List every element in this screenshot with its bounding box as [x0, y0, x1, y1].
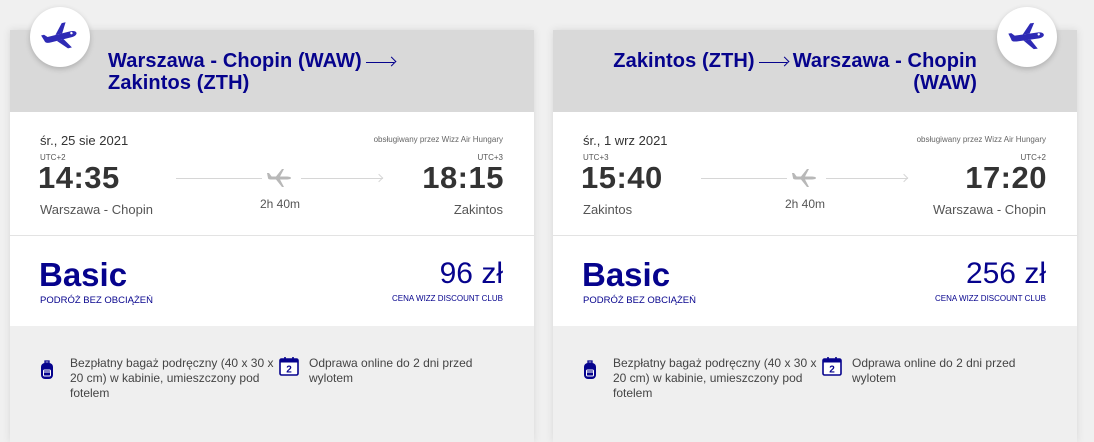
route-destination: Zakintos (ZTH) — [108, 72, 250, 94]
backpack-icon — [584, 360, 596, 379]
flight-card-outbound: Warszawa - Chopin (WAW) Zakintos (ZTH) ś… — [10, 7, 534, 442]
route-origin: Zakintos (ZTH) — [613, 50, 755, 72]
plane-icon — [267, 169, 291, 187]
flight-duration: 2h 40m — [784, 197, 826, 211]
departure-time: 14:35 — [38, 160, 120, 195]
fare-name: Basic — [582, 256, 671, 293]
benefit-online-checkin-text: Odprawa online do 2 dni przed wylotem — [852, 356, 1016, 385]
route-title: Warszawa - Chopin (WAW) Zakintos (ZTH) — [108, 50, 438, 94]
operated-by: obsługiwany przez Wizz Air Hungary — [373, 135, 503, 144]
fare-section: Basic PODRÓŻ BEZ OBCIĄŻEŃ 256 zł CENA WI… — [553, 236, 1077, 326]
route-line — [826, 178, 908, 179]
benefit-cabin-bag-text: Bezpłatny bagaż podręczny (40 x 30 x 20 … — [70, 356, 274, 400]
flight-date: śr., 1 wrz 2021 — [583, 133, 668, 148]
fare-benefits: Bezpłatny bagaż podręczny (40 x 30 x 20 … — [10, 326, 534, 442]
departure-time: 15:40 — [581, 160, 663, 195]
price-subtitle: CENA WIZZ DISCOUNT CLUB — [935, 294, 1046, 303]
benefit-cabin-bag-text: Bezpłatny bagaż podręczny (40 x 30 x 20 … — [613, 356, 817, 400]
plane-icon — [792, 169, 816, 187]
backpack-icon — [41, 360, 53, 379]
route-arrowhead-icon — [899, 173, 909, 183]
calendar-icon: 2 — [822, 357, 842, 376]
route-line — [301, 178, 383, 179]
flight-times: śr., 25 sie 2021 obsługiwany przez Wizz … — [10, 112, 534, 236]
departure-city: Warszawa - Chopin — [40, 202, 153, 217]
calendar-icon: 2 — [279, 357, 299, 376]
fare-subtitle: PODRÓŻ BEZ OBCIĄŻEŃ — [40, 295, 153, 306]
route-arrow-icon — [758, 56, 789, 68]
route-origin: Warszawa - Chopin (WAW) — [108, 50, 362, 72]
fare-price: 256 zł — [965, 257, 1046, 290]
arrival-time: 17:20 — [965, 160, 1047, 195]
operated-by: obsługiwany przez Wizz Air Hungary — [916, 135, 1046, 144]
fare-price: 96 zł — [439, 257, 503, 290]
calendar-day: 2 — [286, 365, 292, 376]
flight-card-return: Zakintos (ZTH) Warszawa - Chopin (WAW) śr… — [553, 7, 1077, 442]
route-title: Zakintos (ZTH) Warszawa - Chopin (WAW) — [577, 50, 977, 94]
fare-name: Basic — [39, 256, 128, 293]
route-arrow-icon — [365, 56, 396, 68]
route-destination: Warszawa - Chopin (WAW) — [792, 50, 977, 94]
fare-benefits: Bezpłatny bagaż podręczny (40 x 30 x 20 … — [553, 326, 1077, 442]
arrival-city: Zakintos — [453, 202, 503, 217]
fare-section: Basic PODRÓŻ BEZ OBCIĄŻEŃ 96 zł CENA WIZ… — [10, 236, 534, 326]
departure-city: Zakintos — [583, 202, 633, 217]
flight-times: śr., 1 wrz 2021 obsługiwany przez Wizz A… — [553, 112, 1077, 236]
plane-landing-icon — [997, 7, 1057, 67]
arrival-city: Warszawa - Chopin — [933, 202, 1046, 217]
route-line — [176, 178, 262, 179]
flight-date: śr., 25 sie 2021 — [40, 133, 129, 148]
route-line — [701, 178, 787, 179]
arrival-time: 18:15 — [422, 160, 504, 195]
plane-takeoff-icon — [30, 7, 90, 67]
flight-duration: 2h 40m — [259, 197, 301, 211]
calendar-day: 2 — [829, 365, 835, 376]
fare-subtitle: PODRÓŻ BEZ OBCIĄŻEŃ — [583, 295, 696, 306]
price-subtitle: CENA WIZZ DISCOUNT CLUB — [392, 294, 503, 303]
benefit-online-checkin-text: Odprawa online do 2 dni przed wylotem — [309, 356, 473, 385]
route-arrowhead-icon — [374, 173, 384, 183]
